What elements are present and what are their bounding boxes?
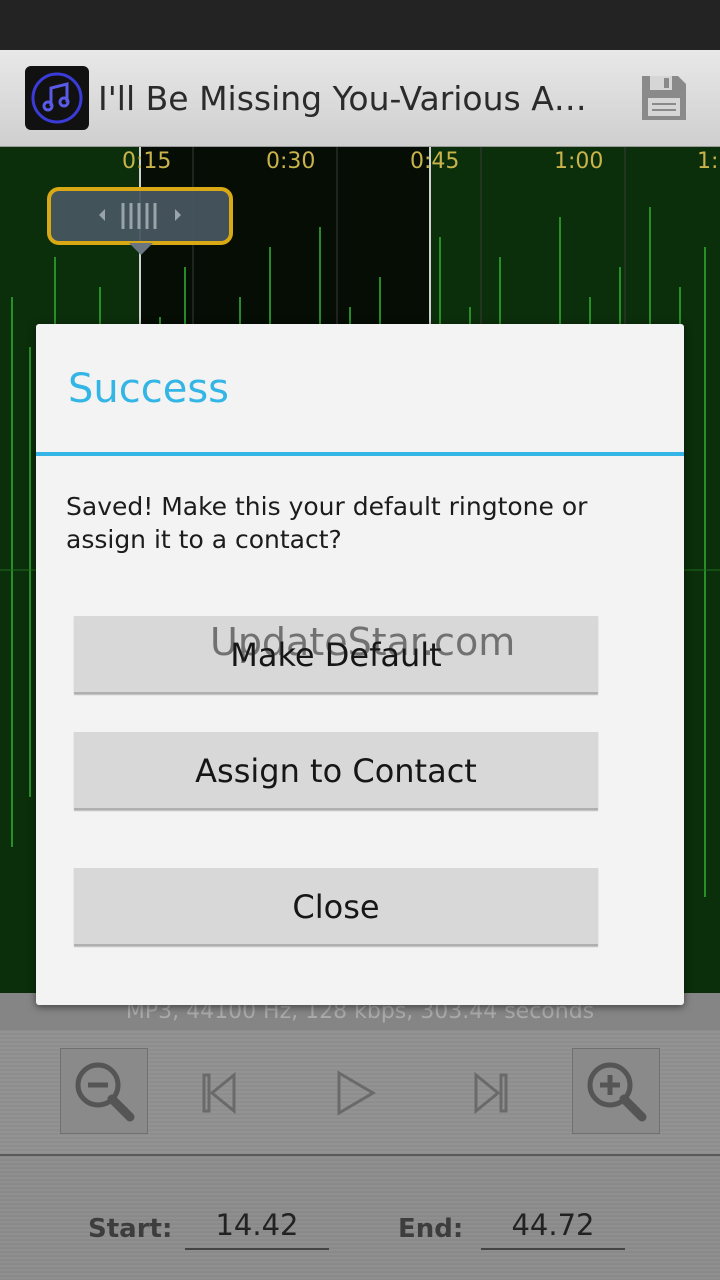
dialog-message: Saved! Make this your default ringtone o…	[66, 492, 588, 554]
dialog-divider	[36, 452, 684, 456]
music-note-icon	[25, 66, 89, 130]
play-icon	[337, 1070, 376, 1116]
zoom-in-icon	[587, 1062, 647, 1122]
play-button[interactable]	[325, 1060, 385, 1126]
start-label: Start:	[88, 1214, 173, 1244]
end-label: End:	[398, 1214, 464, 1244]
skip-previous-icon	[202, 1071, 236, 1115]
success-dialog: Success Saved! Make this your default ri…	[36, 324, 684, 1005]
selection-fields: Start: 14.42 End: 44.72	[0, 1156, 720, 1280]
zoom-in-button[interactable]	[572, 1048, 660, 1134]
zoom-out-button[interactable]	[60, 1048, 148, 1134]
watermark: UpdateStar.com	[210, 620, 516, 664]
dialog-title: Success	[68, 366, 230, 412]
zoom-out-icon	[75, 1062, 135, 1122]
app-bar: I'll Be Missing You-Various Artists	[0, 50, 720, 147]
playback-controls	[0, 1030, 720, 1156]
end-time-input[interactable]: 44.72	[481, 1200, 625, 1250]
assign-to-contact-button[interactable]: Assign to Contact	[74, 732, 598, 810]
app-title: I'll Be Missing You-Various Artists	[98, 79, 588, 118]
skip-next-icon	[474, 1071, 508, 1115]
floppy-disk-icon[interactable]	[638, 72, 690, 124]
start-time-input[interactable]: 14.42	[185, 1200, 329, 1250]
skip-next-button[interactable]	[460, 1060, 520, 1126]
status-bar	[0, 0, 720, 50]
skip-previous-button[interactable]	[190, 1060, 250, 1126]
close-button[interactable]: Close	[74, 868, 598, 946]
